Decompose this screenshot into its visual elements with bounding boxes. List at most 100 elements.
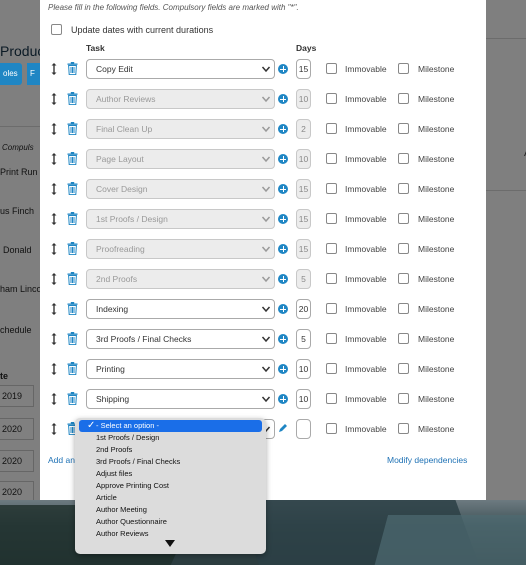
- dropdown-selected-option[interactable]: ✓ - Select an option -: [79, 420, 262, 432]
- dropdown-option[interactable]: Article: [75, 492, 266, 504]
- milestone-checkbox[interactable]: [398, 423, 409, 434]
- milestone-checkbox[interactable]: [398, 393, 409, 404]
- dropdown-option[interactable]: 1st Proofs / Design: [75, 432, 266, 444]
- dropdown-option[interactable]: 3rd Proofs / Final Checks: [75, 456, 266, 468]
- immovable-checkbox[interactable]: [326, 93, 337, 104]
- milestone-checkbox[interactable]: [398, 213, 409, 224]
- milestone-checkbox[interactable]: [398, 153, 409, 164]
- dropdown-option[interactable]: Author Meeting: [75, 504, 266, 516]
- dropdown-option[interactable]: 2nd Proofs: [75, 444, 266, 456]
- add-task-icon[interactable]: [278, 154, 288, 164]
- immovable-checkbox[interactable]: [326, 273, 337, 284]
- days-input[interactable]: 15: [296, 239, 311, 259]
- add-task-icon[interactable]: [278, 244, 288, 254]
- update-dates-checkbox[interactable]: [51, 24, 62, 35]
- days-input[interactable]: [296, 419, 311, 439]
- trash-icon[interactable]: [67, 182, 78, 195]
- milestone-checkbox[interactable]: [398, 183, 409, 194]
- days-input[interactable]: 20: [296, 299, 311, 319]
- trash-icon[interactable]: [67, 362, 78, 375]
- days-input[interactable]: 10: [296, 89, 311, 109]
- trash-icon[interactable]: [67, 152, 78, 165]
- drag-handle-icon[interactable]: [50, 92, 58, 106]
- add-task-icon[interactable]: [278, 64, 288, 74]
- add-task-icon[interactable]: [278, 394, 288, 404]
- days-input[interactable]: 10: [296, 389, 311, 409]
- immovable-checkbox[interactable]: [326, 213, 337, 224]
- task-select[interactable]: Copy Edit: [86, 59, 275, 79]
- drag-handle-icon[interactable]: [50, 272, 58, 286]
- task-select[interactable]: Author Reviews: [86, 89, 275, 109]
- add-task-icon[interactable]: [278, 304, 288, 314]
- milestone-checkbox[interactable]: [398, 123, 409, 134]
- task-select[interactable]: Page Layout: [86, 149, 275, 169]
- milestone-checkbox[interactable]: [398, 273, 409, 284]
- task-select[interactable]: 3rd Proofs / Final Checks: [86, 329, 275, 349]
- add-task-icon[interactable]: [278, 184, 288, 194]
- task-dropdown-menu[interactable]: ✓ - Select an option - 1st Proofs / Desi…: [75, 418, 266, 554]
- trash-icon[interactable]: [67, 92, 78, 105]
- dropdown-option[interactable]: Adjust files: [75, 468, 266, 480]
- trash-icon[interactable]: [67, 302, 78, 315]
- trash-icon[interactable]: [67, 212, 78, 225]
- pencil-icon[interactable]: [278, 423, 288, 433]
- drag-handle-icon[interactable]: [50, 152, 58, 166]
- days-input[interactable]: 10: [296, 359, 311, 379]
- immovable-checkbox[interactable]: [326, 363, 337, 374]
- drag-handle-icon[interactable]: [50, 392, 58, 406]
- task-select[interactable]: Indexing: [86, 299, 275, 319]
- add-task-icon[interactable]: [278, 364, 288, 374]
- add-task-icon[interactable]: [278, 94, 288, 104]
- task-select[interactable]: Final Clean Up: [86, 119, 275, 139]
- trash-icon[interactable]: [67, 242, 78, 255]
- update-dates-option[interactable]: Update dates with current durations: [51, 24, 213, 35]
- scroll-down-arrow-icon[interactable]: [165, 540, 175, 547]
- immovable-checkbox[interactable]: [326, 123, 337, 134]
- milestone-checkbox[interactable]: [398, 303, 409, 314]
- days-input[interactable]: 10: [296, 149, 311, 169]
- drag-handle-icon[interactable]: [50, 422, 58, 436]
- immovable-checkbox[interactable]: [326, 153, 337, 164]
- drag-handle-icon[interactable]: [50, 212, 58, 226]
- task-select[interactable]: 2nd Proofs: [86, 269, 275, 289]
- add-task-icon[interactable]: [278, 214, 288, 224]
- milestone-checkbox[interactable]: [398, 363, 409, 374]
- days-input[interactable]: 15: [296, 209, 311, 229]
- add-task-icon[interactable]: [278, 334, 288, 344]
- immovable-checkbox[interactable]: [326, 423, 337, 434]
- drag-handle-icon[interactable]: [50, 362, 58, 376]
- days-input[interactable]: 15: [296, 59, 311, 79]
- drag-handle-icon[interactable]: [50, 62, 58, 76]
- dropdown-option[interactable]: Author Questionnaire: [75, 516, 266, 528]
- trash-icon[interactable]: [67, 272, 78, 285]
- immovable-checkbox[interactable]: [326, 183, 337, 194]
- trash-icon[interactable]: [67, 62, 78, 75]
- drag-handle-icon[interactable]: [50, 302, 58, 316]
- days-input[interactable]: 5: [296, 329, 311, 349]
- immovable-checkbox[interactable]: [326, 333, 337, 344]
- drag-handle-icon[interactable]: [50, 242, 58, 256]
- drag-handle-icon[interactable]: [50, 332, 58, 346]
- immovable-checkbox[interactable]: [326, 243, 337, 254]
- immovable-checkbox[interactable]: [326, 393, 337, 404]
- days-input[interactable]: 15: [296, 179, 311, 199]
- dropdown-option[interactable]: Approve Printing Cost: [75, 480, 266, 492]
- days-input[interactable]: 2: [296, 119, 311, 139]
- task-select[interactable]: Cover Design: [86, 179, 275, 199]
- milestone-checkbox[interactable]: [398, 333, 409, 344]
- trash-icon[interactable]: [67, 122, 78, 135]
- immovable-checkbox[interactable]: [326, 303, 337, 314]
- milestone-checkbox[interactable]: [398, 93, 409, 104]
- days-input[interactable]: 5: [296, 269, 311, 289]
- trash-icon[interactable]: [67, 332, 78, 345]
- task-select[interactable]: Proofreading: [86, 239, 275, 259]
- milestone-checkbox[interactable]: [398, 63, 409, 74]
- drag-handle-icon[interactable]: [50, 182, 58, 196]
- add-task-icon[interactable]: [278, 274, 288, 284]
- immovable-checkbox[interactable]: [326, 63, 337, 74]
- task-select[interactable]: Shipping: [86, 389, 275, 409]
- add-task-icon[interactable]: [278, 124, 288, 134]
- dropdown-option[interactable]: Author Reviews: [75, 528, 266, 540]
- task-select[interactable]: 1st Proofs / Design: [86, 209, 275, 229]
- task-select[interactable]: Printing: [86, 359, 275, 379]
